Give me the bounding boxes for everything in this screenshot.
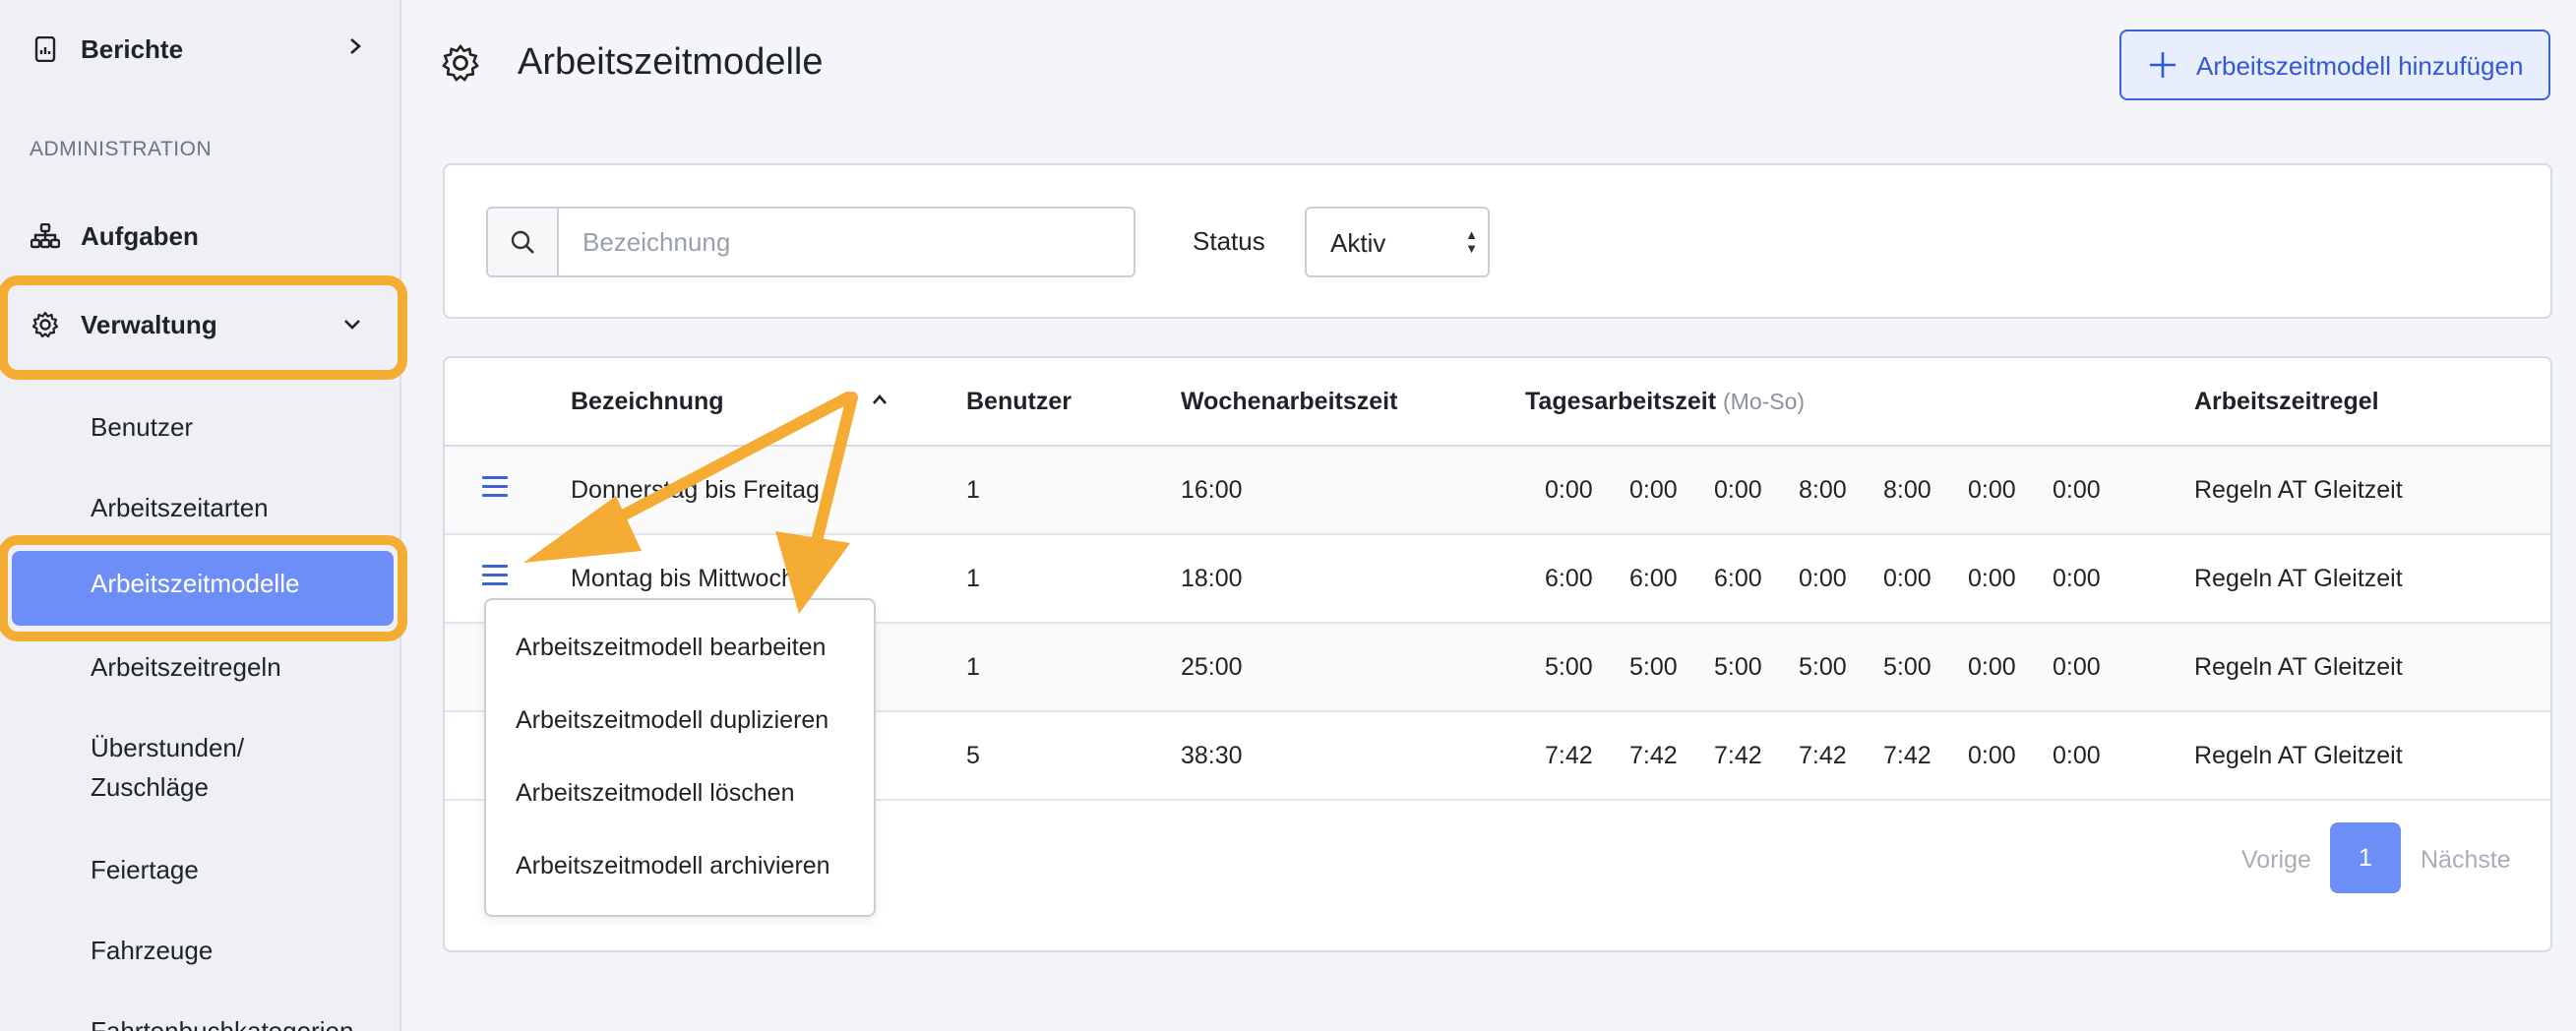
cell-tagesarbeitszeit: 5:00: [1799, 653, 1847, 681]
cell-wochenarbeitszeit: 16:00: [1181, 476, 1243, 504]
cell-wochenarbeitszeit: 18:00: [1181, 565, 1243, 592]
add-button-label: Arbeitszeitmodell hinzufügen: [2196, 51, 2524, 81]
column-header-bezeichnung[interactable]: Bezeichnung: [571, 388, 724, 416]
sidebar-subitem-label: Überstunden/: [91, 733, 245, 762]
sidebar-subitem-arbeitszeitregeln[interactable]: Arbeitszeitregeln: [91, 647, 281, 687]
cell-tagesarbeitszeit: 0:00: [1883, 565, 1932, 592]
column-header-benutzer[interactable]: Benutzer: [966, 388, 1072, 416]
cell-tagesarbeitszeit: 0:00: [1799, 565, 1847, 592]
menu-item-loeschen[interactable]: Arbeitszeitmodell löschen: [516, 779, 794, 808]
cell-tagesarbeitszeit: 5:00: [1883, 653, 1932, 681]
cell-tagesarbeitszeit: 7:42: [1799, 742, 1847, 769]
plus-icon: [2147, 49, 2178, 81]
cell-bezeichnung[interactable]: Montag bis Mittwoch: [571, 565, 795, 593]
cell-tagesarbeitszeit: 7:42: [1545, 742, 1593, 769]
sidebar-item-berichte[interactable]: Berichte: [0, 28, 401, 71]
cell-wochenarbeitszeit: 38:30: [1181, 742, 1243, 769]
cell-tagesarbeitszeit: 5:00: [1545, 653, 1593, 681]
cell-arbeitszeitregel: Regeln AT Gleitzeit: [2194, 653, 2403, 681]
sidebar-subitem-arbeitszeitarten[interactable]: Arbeitszeitarten: [91, 488, 269, 527]
status-select[interactable]: Aktiv ▲ ▼: [1305, 207, 1490, 277]
cell-benutzer: 5: [966, 742, 980, 769]
cell-arbeitszeitregel: Regeln AT Gleitzeit: [2194, 476, 2403, 504]
cell-tagesarbeitszeit: 5:00: [1629, 653, 1678, 681]
status-label: Status: [1193, 226, 1265, 256]
cell-tagesarbeitszeit: 0:00: [1968, 742, 2016, 769]
sidebar-item-label: Aufgaben: [81, 220, 199, 251]
status-select-value: Aktiv: [1330, 228, 1386, 258]
menu-item-duplizieren[interactable]: Arbeitszeitmodell duplizieren: [516, 706, 828, 735]
filter-card: Status Aktiv ▲▼: [443, 163, 2552, 319]
section-title-administration: ADMINISTRATION: [30, 138, 213, 160]
cell-tagesarbeitszeit: 0:00: [2053, 565, 2101, 592]
cell-tagesarbeitszeit: 0:00: [1968, 565, 2016, 592]
cell-benutzer: 1: [966, 565, 980, 592]
cell-bezeichnung[interactable]: Donnerstag bis Freitag: [571, 476, 820, 505]
cell-tagesarbeitszeit: 0:00: [1968, 653, 2016, 681]
sitemap-icon: [30, 220, 61, 252]
cell-tagesarbeitszeit: 0:00: [2053, 742, 2101, 769]
column-header-arbeitszeitregel[interactable]: Arbeitszeitregel: [2194, 388, 2379, 416]
search-input[interactable]: [561, 209, 1132, 275]
row-context-menu: Arbeitszeitmodell bearbeiten Arbeitszeit…: [484, 598, 876, 917]
search-field: [486, 207, 1135, 277]
menu-item-archivieren[interactable]: Arbeitszeitmodell archivieren: [516, 852, 830, 880]
column-header-wochenarbeitszeit[interactable]: Wochenarbeitszeit: [1181, 388, 1397, 416]
column-header-hint: (Mo-So): [1723, 389, 1806, 414]
table-header: Bezeichnung Benutzer Wochenarbeitszeit T…: [445, 358, 2550, 447]
cell-tagesarbeitszeit: 0:00: [2053, 653, 2101, 681]
sidebar-subitem-fahrzeuge[interactable]: Fahrzeuge: [91, 931, 213, 970]
sidebar-subitem-benutzer[interactable]: Benutzer: [91, 407, 193, 447]
cell-arbeitszeitregel: Regeln AT Gleitzeit: [2194, 742, 2403, 769]
cell-tagesarbeitszeit: 0:00: [1714, 476, 1762, 504]
cell-tagesarbeitszeit: 7:42: [1714, 742, 1762, 769]
cell-tagesarbeitszeit: 0:00: [1968, 476, 2016, 504]
gear-icon: [441, 43, 480, 83]
cell-tagesarbeitszeit: 0:00: [2053, 476, 2101, 504]
table-row: Donnerstag bis Freitag 1 16:00 0:00 0:00 0:00…: [445, 447, 2550, 535]
pagination-next[interactable]: Nächste: [2421, 846, 2511, 875]
cell-tagesarbeitszeit: 8:00: [1883, 476, 1932, 504]
highlight-verwaltung: [0, 275, 407, 380]
report-icon: [30, 33, 61, 65]
cell-wochenarbeitszeit: 25:00: [1181, 653, 1243, 681]
sidebar-item-label: Berichte: [81, 33, 184, 64]
cell-tagesarbeitszeit: 7:42: [1629, 742, 1678, 769]
highlight-arbeitszeitmodelle: [0, 535, 407, 641]
cell-tagesarbeitszeit: 0:00: [1629, 476, 1678, 504]
cell-tagesarbeitszeit: 5:00: [1714, 653, 1762, 681]
sidebar-item-aufgaben[interactable]: Aufgaben: [0, 214, 401, 258]
sidebar-subitem-fahrtenbuchkategorien[interactable]: Fahrtenbuchkategorien: [91, 1011, 353, 1031]
add-arbeitszeitmodell-button[interactable]: Arbeitszeitmodell hinzufügen: [2119, 30, 2550, 100]
column-header-tagesarbeitszeit[interactable]: Tagesarbeitszeit (Mo-So): [1525, 388, 1805, 416]
cell-benutzer: 1: [966, 476, 980, 504]
page-title: Arbeitszeitmodelle: [518, 41, 824, 83]
search-icon: [488, 209, 559, 275]
cell-arbeitszeitregel: Regeln AT Gleitzeit: [2194, 565, 2403, 592]
sidebar-subitem-label: Zuschläge: [91, 772, 209, 802]
pagination-page-current[interactable]: 1: [2330, 822, 2401, 893]
sidebar-subitem-feiertage[interactable]: Feiertage: [91, 850, 199, 889]
menu-item-bearbeiten[interactable]: Arbeitszeitmodell bearbeiten: [516, 634, 826, 662]
cell-tagesarbeitszeit: 7:42: [1883, 742, 1932, 769]
sort-ascending-icon[interactable]: [870, 390, 889, 412]
sidebar: Berichte ADMINISTRATION Aufgaben Verwalt…: [0, 0, 407, 1031]
select-arrows-icon: ▲ ▼: [1465, 227, 1478, 256]
row-menu-icon[interactable]: [482, 476, 508, 502]
cell-tagesarbeitszeit: 6:00: [1629, 565, 1678, 592]
chevron-right-icon: [348, 35, 362, 63]
cell-tagesarbeitszeit: 0:00: [1545, 476, 1593, 504]
column-header-label: Tagesarbeitszeit: [1525, 388, 1717, 415]
cell-tagesarbeitszeit: 8:00: [1799, 476, 1847, 504]
cell-tagesarbeitszeit: 6:00: [1545, 565, 1593, 592]
cell-tagesarbeitszeit: 6:00: [1714, 565, 1762, 592]
cell-benutzer: 1: [966, 653, 980, 681]
pagination-prev[interactable]: Vorige: [2241, 846, 2311, 875]
row-menu-icon[interactable]: [482, 565, 508, 590]
sidebar-subitem-ueberstunden[interactable]: Überstunden/ Zuschläge: [91, 728, 244, 807]
